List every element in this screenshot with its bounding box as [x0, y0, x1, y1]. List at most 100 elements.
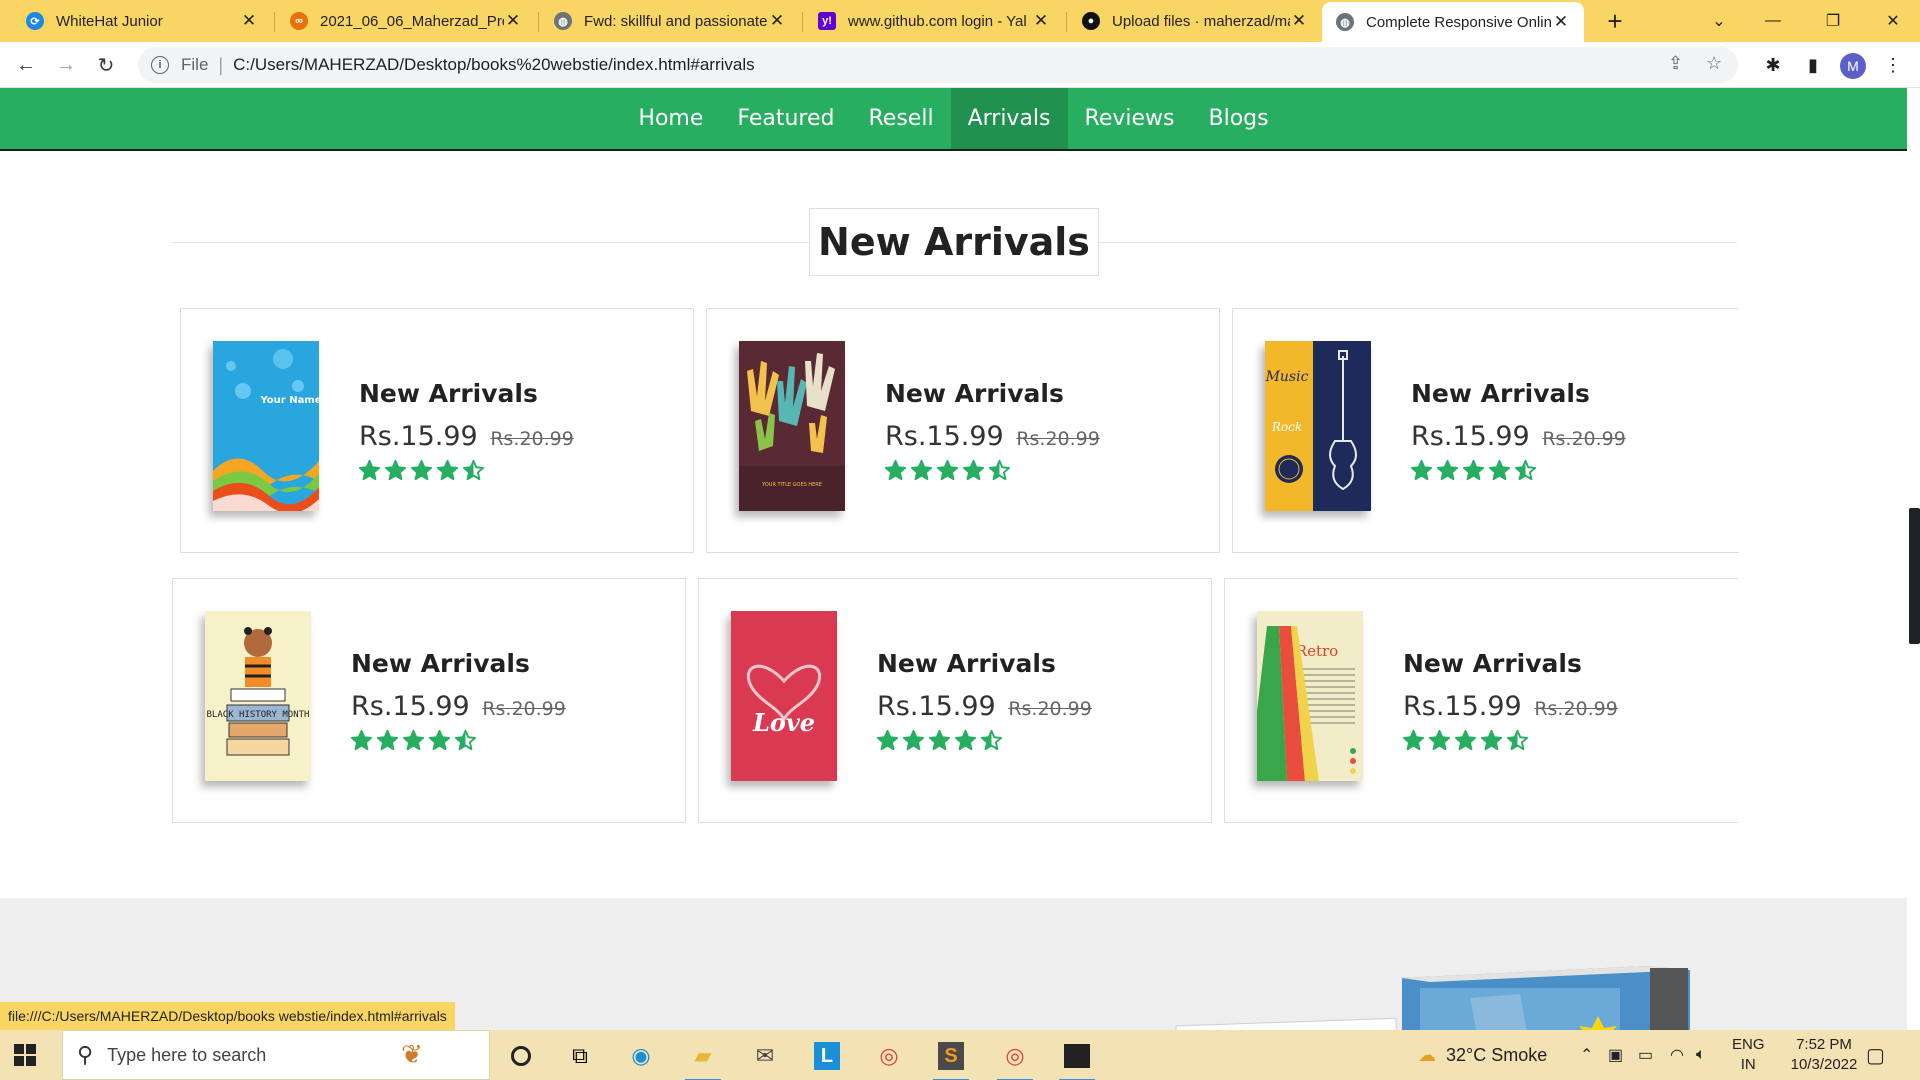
nav-home[interactable]: Home: [621, 88, 720, 149]
show-hidden-icons[interactable]: ⌃: [1580, 1030, 1593, 1080]
colab-icon: ∞: [290, 12, 308, 30]
tab-search-icon[interactable]: ⌄: [1692, 0, 1746, 42]
restore-icon[interactable]: ❐: [1806, 0, 1860, 42]
nav-reviews[interactable]: Reviews: [1068, 88, 1192, 149]
task-view-icon[interactable]: ⧉: [553, 1036, 607, 1076]
info-icon[interactable]: i: [151, 56, 169, 74]
yahoo-icon: y!: [818, 12, 836, 30]
cortana-icon[interactable]: [494, 1036, 548, 1076]
meet-now-icon[interactable]: ▣: [1608, 1030, 1623, 1080]
price: Rs.15.99: [359, 421, 478, 452]
star-full-icon: [1454, 729, 1477, 751]
reload-icon[interactable]: ↻: [90, 50, 122, 80]
arrival-card[interactable]: Retro New Arrivals Rs.15.99 Rs.20.99: [1224, 578, 1739, 823]
close-icon[interactable]: ✕: [1032, 11, 1050, 31]
scrollbar-thumb[interactable]: [1909, 508, 1920, 644]
close-icon[interactable]: ✕: [504, 11, 522, 31]
arrival-card[interactable]: BLACK HISTORY MONTH New Arrivals Rs.15.9…: [172, 578, 686, 823]
chrome-profile-icon[interactable]: ◎: [988, 1036, 1042, 1080]
cover-text: Retro: [1296, 642, 1338, 660]
card-title: New Arrivals: [351, 649, 530, 678]
tab-fwd[interactable]: ◍ Fwd: skillful and passionate ✕: [540, 0, 800, 42]
tab-title: www.github.com login - Yal: [848, 12, 1027, 30]
star-full-icon: [376, 729, 399, 751]
minimize-icon[interactable]: —: [1746, 0, 1800, 42]
battery-icon[interactable]: ▭: [1638, 1030, 1653, 1080]
photos-icon[interactable]: [1050, 1036, 1104, 1080]
side-panel-icon[interactable]: ▮: [1798, 50, 1828, 80]
new-tab-button[interactable]: +: [1598, 0, 1632, 42]
star-full-icon: [384, 459, 407, 481]
star-full-icon: [1402, 729, 1425, 751]
tab-active[interactable]: ◍ Complete Responsive Onlin ✕: [1322, 2, 1584, 42]
back-icon[interactable]: ←: [10, 50, 42, 80]
weather-widget[interactable]: ☁ 32°C Smoke: [1418, 1030, 1547, 1080]
profile-avatar[interactable]: M: [1840, 53, 1866, 79]
search-highlight-icon: ❦: [401, 1039, 423, 1069]
nav-arrivals[interactable]: Arrivals: [950, 88, 1068, 149]
arrival-card[interactable]: Your Name New Arrivals Rs.15.99 Rs.20.99: [180, 308, 694, 553]
tab-yahoo[interactable]: y! www.github.com login - Yal ✕: [804, 0, 1064, 42]
address-bar[interactable]: i File | C:/Users/MAHERZAD/Desktop/books…: [138, 47, 1738, 83]
search-placeholder: Type here to search: [107, 1044, 267, 1065]
price: Rs.15.99: [877, 691, 996, 722]
tab-title: Fwd: skillful and passionate: [584, 12, 768, 30]
arrival-card[interactable]: Music Rock New Arrivals Rs.15.99 Rs.20.9…: [1232, 308, 1739, 553]
tab-colab[interactable]: ∞ 2021_06_06_Maherzad_Proj ✕: [276, 0, 536, 42]
star-full-icon: [1428, 729, 1451, 751]
share-icon[interactable]: ⇪: [1668, 53, 1683, 74]
volume-icon[interactable]: 🔈︎: [1696, 1030, 1706, 1080]
sublime-icon[interactable]: S: [924, 1036, 978, 1080]
forward-icon[interactable]: →: [50, 50, 82, 80]
close-icon[interactable]: ✕: [240, 11, 258, 31]
scheme-label: File: [181, 55, 209, 74]
wifi-icon[interactable]: ◠: [1670, 1030, 1684, 1080]
globe-icon: ◍: [554, 12, 572, 30]
star-half-icon: [462, 459, 485, 481]
l-app-icon[interactable]: L: [800, 1036, 854, 1076]
url-text[interactable]: C:/Users/MAHERZAD/Desktop/books%20websti…: [233, 55, 755, 75]
nav-featured[interactable]: Featured: [720, 88, 851, 149]
price: Rs.15.99: [351, 691, 470, 722]
language-indicator[interactable]: ENG IN: [1732, 1030, 1765, 1080]
windows-start-icon[interactable]: [12, 1042, 38, 1068]
card-price: Rs.15.99 Rs.20.99: [351, 691, 566, 722]
language-code: ENG: [1732, 1036, 1765, 1053]
star-full-icon: [410, 459, 433, 481]
cover-text: Love: [752, 708, 815, 737]
book-cover: Your Name: [213, 341, 319, 511]
star-rating: [1410, 459, 1537, 482]
old-price: Rs.20.99: [1534, 698, 1618, 720]
star-full-icon: [358, 459, 381, 481]
old-price: Rs.20.99: [490, 428, 574, 450]
close-icon[interactable]: ✕: [1552, 12, 1570, 32]
close-window-icon[interactable]: ✕: [1866, 0, 1920, 42]
status-url-bubble: file:///C:/Users/MAHERZAD/Desktop/books …: [0, 1002, 455, 1030]
menu-icon[interactable]: ⋮: [1878, 50, 1908, 80]
nav-blogs[interactable]: Blogs: [1191, 88, 1285, 149]
star-half-icon: [980, 729, 1003, 751]
chrome-icon[interactable]: ◎: [862, 1036, 916, 1076]
old-price: Rs.20.99: [482, 698, 566, 720]
tab-github[interactable]: ● Upload files · maherzad/ma ✕: [1068, 0, 1322, 42]
extensions-icon[interactable]: ✱: [1758, 50, 1788, 80]
tab-divider: [802, 12, 803, 32]
github-icon: ●: [1082, 12, 1100, 30]
tab-whitehat[interactable]: ⟳ WhiteHat Junior ✕: [12, 0, 272, 42]
star-rating: [884, 459, 1011, 482]
arrival-card[interactable]: Love New Arrivals Rs.15.99 Rs.20.99: [698, 578, 1212, 823]
mail-icon[interactable]: ✉: [738, 1036, 792, 1076]
close-icon[interactable]: ✕: [768, 11, 786, 31]
card-price: Rs.15.99 Rs.20.99: [885, 421, 1100, 452]
old-price: Rs.20.99: [1016, 428, 1100, 450]
nav-resell[interactable]: Resell: [852, 88, 951, 149]
clock[interactable]: 7:52 PM 10/3/2022: [1774, 1030, 1874, 1080]
file-explorer-icon[interactable]: ▰: [676, 1036, 730, 1080]
old-price: Rs.20.99: [1008, 698, 1092, 720]
bookmark-star-icon[interactable]: ☆: [1706, 53, 1722, 74]
taskbar-search[interactable]: ⚲ Type here to search ❦: [62, 1030, 490, 1080]
close-icon[interactable]: ✕: [1290, 11, 1308, 31]
edge-icon[interactable]: ◉: [614, 1036, 668, 1076]
notifications-icon[interactable]: ▢: [1866, 1030, 1885, 1080]
arrival-card[interactable]: YOUR TITLE GOES HERE New Arrivals Rs.15.…: [706, 308, 1220, 553]
